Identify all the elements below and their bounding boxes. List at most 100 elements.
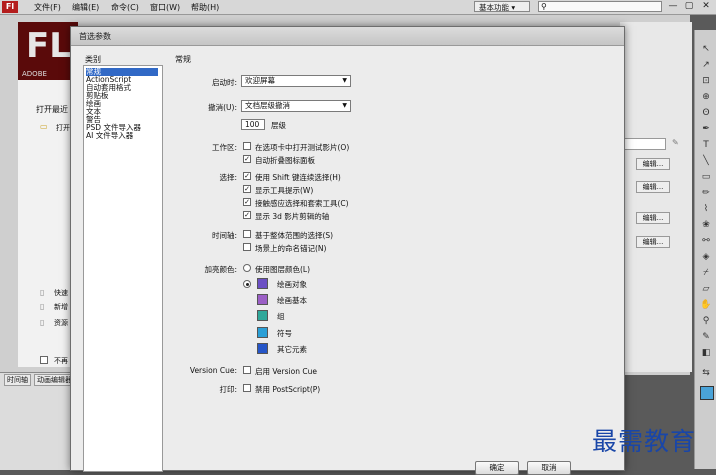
edit-button-2[interactable]: 编辑... — [636, 181, 670, 193]
pen-tool-icon[interactable]: ✒ — [699, 122, 713, 136]
new-link[interactable]: 新增 — [54, 302, 68, 312]
text-tool-icon[interactable]: T — [699, 138, 713, 152]
swap-colors-icon[interactable]: ⇆ — [699, 366, 713, 380]
undo-value: 文档层级撤消 — [245, 101, 290, 110]
stroke-color-icon[interactable]: ✎ — [699, 330, 713, 344]
drawing-primitive-swatch[interactable] — [257, 294, 268, 305]
span-selection-checkbox[interactable] — [243, 230, 251, 238]
line-tool-icon[interactable]: ╲ — [699, 154, 713, 168]
show-tooltips-checkbox[interactable]: ✓ — [243, 185, 251, 193]
auto-collapse-panels-label: 自动折叠图标面板 — [255, 156, 315, 165]
welcome-hero-logo: FL — [26, 26, 71, 66]
open-recent-heading: 打开最近 — [36, 105, 68, 114]
menu-window[interactable]: 窗口(W) — [150, 2, 180, 13]
contact-sensitive-label: 接触感应选择和套索工具(C) — [255, 199, 349, 208]
tab-timeline[interactable]: 时间轴 — [4, 374, 31, 386]
group-label: 组 — [277, 312, 285, 321]
eyedropper-icon[interactable]: ⌿ — [699, 266, 713, 280]
startup-label: 启动时: — [211, 78, 237, 87]
free-transform-icon[interactable]: ⊡ — [699, 74, 713, 88]
startup-value: 欢迎屏幕 — [245, 76, 275, 85]
workspace-label: 工作区: — [211, 143, 237, 152]
dialog-titlebar[interactable]: 首选参数 — [71, 27, 624, 46]
dont-show-checkbox[interactable] — [40, 356, 48, 364]
drawing-primitive-label: 绘画基本 — [277, 296, 307, 305]
disable-postscript-checkbox[interactable] — [243, 384, 251, 392]
timeline-label: 时间轴: — [211, 231, 237, 240]
resource-link[interactable]: 资源 — [54, 318, 68, 328]
shift-select-checkbox[interactable]: ✓ — [243, 172, 251, 180]
edit-button-1[interactable]: 编辑... — [636, 158, 670, 170]
symbol-label: 符号 — [277, 329, 292, 338]
show-3d-axis-checkbox[interactable]: ✓ — [243, 211, 251, 219]
timeline-panel — [0, 372, 70, 470]
open-test-movie-tab-label: 在选项卡中打开测试影片(O) — [255, 143, 350, 152]
maximize-button[interactable]: ▢ — [680, 1, 698, 12]
cancel-button[interactable]: 取消 — [527, 461, 571, 475]
named-anchor-checkbox[interactable] — [243, 243, 251, 251]
doc-icon: ▯ — [40, 302, 45, 311]
category-list: 常规 ActionScript 自动套用格式 剪贴板 绘画 文本 警告 PSD … — [83, 65, 163, 472]
workspace-switcher[interactable]: 基本功能 ▾ — [474, 1, 530, 12]
ok-button[interactable]: 确定 — [475, 461, 519, 475]
3d-rotate-icon[interactable]: ⊕ — [699, 90, 713, 104]
flash-logo: Fl — [2, 1, 18, 13]
use-layer-color-radio[interactable] — [243, 264, 251, 272]
rectangle-tool-icon[interactable]: ▭ — [699, 170, 713, 184]
undo-select[interactable]: 文档层级撤消 ▼ — [241, 100, 351, 112]
hand-tool-icon[interactable]: ✋ — [699, 298, 713, 312]
close-app-button[interactable]: ✕ — [697, 1, 715, 12]
folder-icon[interactable]: ▭ — [40, 122, 48, 131]
adobe-label: ADOBE — [22, 70, 47, 78]
paint-bucket-icon[interactable]: ◈ — [699, 250, 713, 264]
show-tooltips-label: 显示工具提示(W) — [255, 186, 314, 195]
open-link[interactable]: 打开 — [56, 123, 70, 133]
help-search-input[interactable]: ⚲ — [538, 1, 662, 12]
edit-button-3[interactable]: 编辑... — [636, 212, 670, 224]
brush-tool-icon[interactable]: ⌇ — [699, 202, 713, 216]
open-test-movie-tab-checkbox[interactable] — [243, 142, 251, 150]
use-layer-color-label: 使用图层颜色(L) — [255, 265, 311, 274]
enable-version-cue-checkbox[interactable] — [243, 366, 251, 374]
menu-edit[interactable]: 编辑(E) — [72, 2, 99, 13]
undo-levels-input[interactable]: 100 — [241, 119, 265, 130]
startup-select[interactable]: 欢迎屏幕 ▼ — [241, 75, 351, 87]
other-elements-swatch[interactable] — [257, 343, 268, 354]
menu-help[interactable]: 帮助(H) — [191, 2, 219, 13]
lasso-tool-icon[interactable]: ʘ — [699, 106, 713, 120]
section-title: 常规 — [175, 55, 191, 64]
shift-select-label: 使用 Shift 键连续选择(H) — [255, 173, 341, 182]
quick-link[interactable]: 快速 — [54, 288, 68, 298]
app-menubar: Fl 文件(F) 编辑(E) 命令(C) 窗口(W) 帮助(H) 基本功能 ▾ … — [0, 0, 716, 15]
custom-color-radio[interactable] — [243, 280, 251, 288]
welcome-hero-banner: FL ADOBE — [18, 22, 78, 80]
bone-tool-icon[interactable]: ⚯ — [699, 234, 713, 248]
drawing-object-swatch[interactable] — [257, 278, 268, 289]
dont-show-label: 不再 — [54, 357, 68, 365]
zoom-tool-icon[interactable]: ⚲ — [699, 314, 713, 328]
highlight-color-label: 加亮颜色: — [204, 265, 237, 274]
menu-file[interactable]: 文件(F) — [34, 2, 61, 13]
fill-color-icon[interactable]: ◧ — [699, 346, 713, 360]
deco-tool-icon[interactable]: ❀ — [699, 218, 713, 232]
selection-tool-icon[interactable]: ↖ — [699, 42, 713, 56]
fill-swatch[interactable] — [700, 386, 714, 400]
category-ai-importer[interactable]: AI 文件导入器 — [86, 132, 133, 140]
eraser-icon[interactable]: ▱ — [699, 282, 713, 296]
symbol-swatch[interactable] — [257, 327, 268, 338]
auto-collapse-panels-checkbox[interactable]: ✓ — [243, 155, 251, 163]
tools-panel: ↖ ↗ ⊡ ⊕ ʘ ✒ T ╲ ▭ ✏ ⌇ ❀ ⚯ ◈ ⌿ ▱ ✋ ⚲ ✎ ◧ … — [694, 30, 716, 469]
pencil-icon[interactable]: ✎ — [672, 138, 679, 147]
drawing-object-label: 绘画对象 — [277, 280, 307, 289]
properties-panel: ✎ — [620, 22, 692, 372]
contact-sensitive-checkbox[interactable]: ✓ — [243, 198, 251, 206]
undo-levels-label: 层级 — [271, 121, 286, 130]
menu-command[interactable]: 命令(C) — [111, 2, 139, 13]
dialog-title: 首选参数 — [79, 32, 111, 41]
subselect-tool-icon[interactable]: ↗ — [699, 58, 713, 72]
group-swatch[interactable] — [257, 310, 268, 321]
pencil-tool-icon[interactable]: ✏ — [699, 186, 713, 200]
edit-button-4[interactable]: 编辑... — [636, 236, 670, 248]
tab-motion-editor[interactable]: 动画编辑器 — [34, 374, 75, 386]
property-field[interactable] — [624, 138, 666, 150]
